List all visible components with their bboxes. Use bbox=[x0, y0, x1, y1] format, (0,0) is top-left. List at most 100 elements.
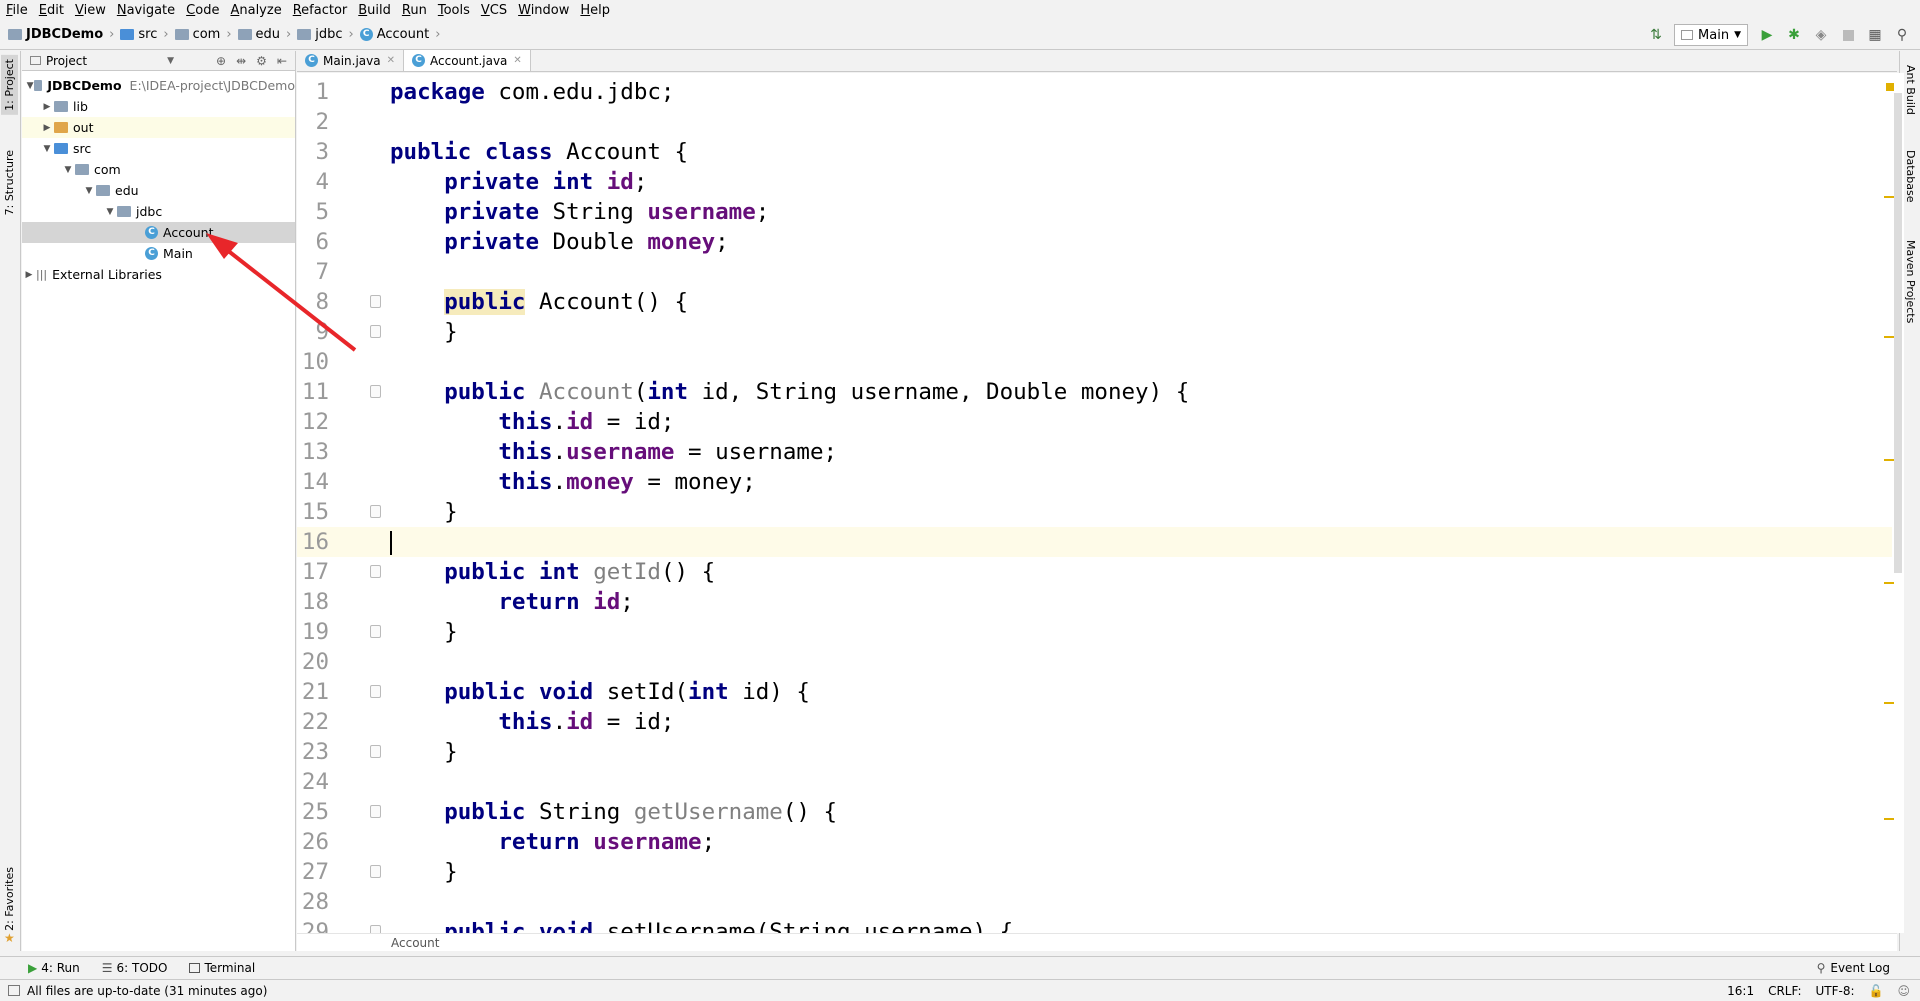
fold-icon[interactable] bbox=[370, 685, 381, 698]
error-stripe-mark[interactable] bbox=[1884, 702, 1894, 704]
search-everywhere-button[interactable]: ⚲ bbox=[1893, 26, 1911, 44]
chevron-right-icon[interactable]: ▶ bbox=[22, 270, 36, 280]
tree-item-main[interactable]: C Main bbox=[22, 243, 295, 264]
todo-tool-button[interactable]: ☰ 6: TODO bbox=[102, 961, 168, 975]
breadcrumb-src[interactable]: src › bbox=[120, 27, 169, 42]
tree-item-lib[interactable]: ▶ lib bbox=[22, 96, 295, 117]
chevron-right-icon[interactable]: ▶ bbox=[40, 123, 54, 133]
breadcrumb-edu[interactable]: edu › bbox=[237, 27, 291, 42]
chevron-down-icon[interactable]: ▼ bbox=[82, 186, 96, 196]
line-separator[interactable]: CRLF: bbox=[1768, 984, 1801, 998]
editor-breadcrumb[interactable]: Account bbox=[297, 933, 1897, 951]
tab-favorites[interactable]: 2: Favorites bbox=[1, 863, 18, 935]
breadcrumb-account[interactable]: C Account › bbox=[359, 27, 440, 42]
project-structure-button[interactable]: ▦ bbox=[1866, 26, 1884, 44]
scrollbar-thumb[interactable] bbox=[1894, 93, 1902, 573]
menu-navigate[interactable]: Navigate bbox=[117, 3, 175, 18]
run-button[interactable]: ▶ bbox=[1758, 26, 1776, 44]
debug-button[interactable]: ✱ bbox=[1785, 26, 1803, 44]
tree-item-jdbc[interactable]: ▼ jdbc bbox=[22, 201, 295, 222]
error-stripe-mark[interactable] bbox=[1884, 459, 1894, 461]
event-log-button[interactable]: ⚲ Event Log bbox=[1817, 961, 1890, 975]
fold-icon[interactable] bbox=[370, 745, 381, 758]
fold-icon[interactable] bbox=[370, 805, 381, 818]
error-stripe-mark[interactable] bbox=[1884, 336, 1894, 338]
tab-main-java[interactable]: C Main.java ✕ bbox=[297, 50, 404, 71]
tab-structure[interactable]: 7: Structure bbox=[1, 146, 18, 219]
code-editor[interactable]: 1 package com.edu.jdbc; 2 3 public class A… bbox=[297, 73, 1897, 933]
stop-button[interactable] bbox=[1839, 26, 1857, 44]
tab-ant-build[interactable]: Ant Build bbox=[1903, 61, 1918, 119]
code-line: 2 bbox=[315, 109, 329, 135]
fold-icon[interactable] bbox=[370, 295, 381, 308]
collapse-icon[interactable]: ⇹ bbox=[236, 54, 246, 68]
tree-item-external-libraries[interactable]: ▶ ||| External Libraries bbox=[22, 264, 295, 285]
tab-account-java[interactable]: C Account.java ✕ bbox=[404, 50, 531, 71]
code-line: 28 bbox=[301, 889, 329, 915]
menu-tools[interactable]: Tools bbox=[438, 3, 470, 18]
fold-icon[interactable] bbox=[370, 325, 381, 338]
tab-maven-projects[interactable]: Maven Projects bbox=[1903, 236, 1918, 327]
terminal-tool-button[interactable]: Terminal bbox=[189, 961, 255, 975]
run-configuration-select[interactable]: Main ▼ bbox=[1674, 24, 1748, 46]
chevron-right-icon[interactable]: ▶ bbox=[40, 102, 54, 112]
fold-icon[interactable] bbox=[370, 865, 381, 878]
chevron-down-icon[interactable]: ▼ bbox=[40, 144, 54, 154]
fold-icon[interactable] bbox=[370, 505, 381, 518]
error-stripe-mark[interactable] bbox=[1886, 83, 1894, 91]
close-icon[interactable]: ✕ bbox=[513, 55, 521, 66]
error-stripe-mark[interactable] bbox=[1884, 818, 1894, 820]
error-stripe-mark[interactable] bbox=[1884, 582, 1894, 584]
status-icon[interactable] bbox=[8, 985, 20, 996]
lock-icon[interactable]: 🔓 bbox=[1869, 984, 1884, 998]
tree-item-src[interactable]: ▼ src bbox=[22, 138, 295, 159]
project-view-select[interactable]: Project bbox=[46, 54, 87, 68]
menu-file[interactable]: File bbox=[6, 3, 28, 18]
tab-database[interactable]: Database bbox=[1903, 146, 1918, 207]
breadcrumb-com[interactable]: com › bbox=[174, 27, 232, 42]
inspector-icon[interactable]: ☺ bbox=[1897, 984, 1910, 998]
menu-run[interactable]: Run bbox=[402, 3, 427, 18]
locate-icon[interactable]: ⊕ bbox=[216, 54, 226, 68]
fold-icon[interactable] bbox=[370, 385, 381, 398]
tab-project[interactable]: 1: Project bbox=[1, 55, 18, 115]
breadcrumb-jdbc[interactable]: jdbc › bbox=[297, 27, 354, 42]
fold-icon[interactable] bbox=[370, 565, 381, 578]
run-tool-button[interactable]: ▶ 4: Run bbox=[28, 961, 80, 975]
file-encoding[interactable]: UTF-8: bbox=[1816, 984, 1855, 998]
chevron-down-icon[interactable]: ▼ bbox=[103, 207, 117, 217]
code-line: 26 return username; bbox=[301, 829, 716, 855]
code-line: 27 } bbox=[301, 859, 458, 885]
chevron-down-icon[interactable]: ▼ bbox=[26, 81, 34, 91]
editor-scrollbar[interactable] bbox=[1892, 73, 1904, 933]
tree-item-account[interactable]: C Account bbox=[22, 222, 295, 243]
chevron-down-icon[interactable]: ▼ bbox=[61, 165, 75, 175]
tree-item-jdbcdemo[interactable]: ▼ JDBCDemo E:\IDEA-project\JDBCDemo bbox=[22, 75, 295, 96]
status-bar: All files are up-to-date (31 minutes ago… bbox=[0, 979, 1920, 1001]
hide-icon[interactable]: ⇤ bbox=[277, 54, 287, 68]
chevron-down-icon[interactable]: ▼ bbox=[167, 56, 174, 66]
fold-icon[interactable] bbox=[370, 925, 381, 933]
menu-analyze[interactable]: Analyze bbox=[230, 3, 281, 18]
menu-code[interactable]: Code bbox=[186, 3, 219, 18]
menu-edit[interactable]: Edit bbox=[39, 3, 64, 18]
tree-item-com[interactable]: ▼ com bbox=[22, 159, 295, 180]
package-icon bbox=[297, 29, 312, 40]
star-icon: ★ bbox=[4, 931, 15, 945]
fold-icon[interactable] bbox=[370, 625, 381, 638]
menu-vcs[interactable]: VCS bbox=[481, 3, 507, 18]
close-icon[interactable]: ✕ bbox=[387, 55, 395, 66]
menu-refactor[interactable]: Refactor bbox=[293, 3, 348, 18]
tree-item-edu[interactable]: ▼ edu bbox=[22, 180, 295, 201]
tree-item-out[interactable]: ▶ out bbox=[22, 117, 295, 138]
coverage-button[interactable]: ◈ bbox=[1812, 26, 1830, 44]
breadcrumb-project[interactable]: JDBCDemo › bbox=[8, 27, 114, 42]
menu-help[interactable]: Help bbox=[580, 3, 610, 18]
error-stripe-mark[interactable] bbox=[1884, 196, 1894, 198]
gear-icon[interactable]: ⚙ bbox=[256, 54, 267, 68]
menu-build[interactable]: Build bbox=[358, 3, 391, 18]
sort-icon[interactable]: ⇅ bbox=[1647, 26, 1665, 44]
cursor-position[interactable]: 16:1 bbox=[1727, 984, 1754, 998]
menu-view[interactable]: View bbox=[75, 3, 106, 18]
menu-window[interactable]: Window bbox=[518, 3, 569, 18]
